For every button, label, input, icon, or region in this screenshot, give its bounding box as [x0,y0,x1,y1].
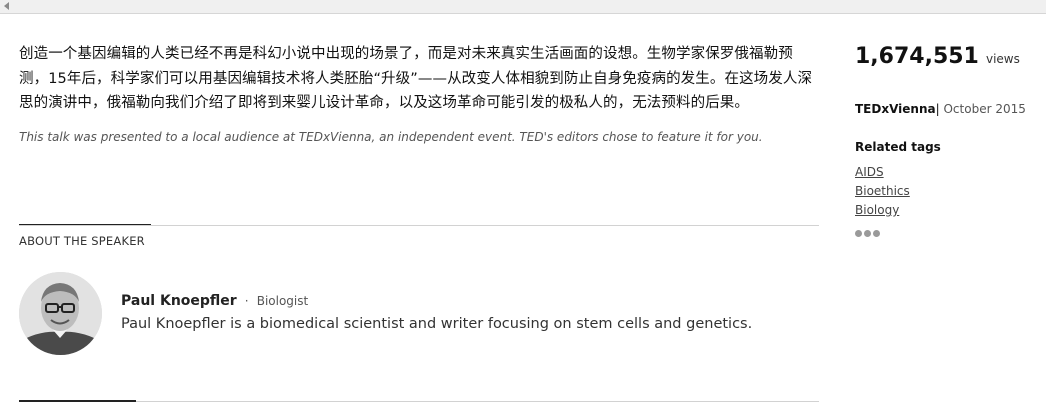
dot [864,230,871,237]
tag-item: AIDS [855,164,910,180]
dot [873,230,880,237]
dot [855,230,862,237]
more-dots-icon[interactable] [855,230,880,237]
tag-link-biology[interactable]: Biology [855,203,899,217]
related-tags-list: AIDS Bioethics Biology [855,164,910,221]
about-speaker-section: ABOUT THE SPEAKER Paul Knoepfler · Biolo… [19,224,819,355]
speaker-name[interactable]: Paul Knoepfler [121,293,237,309]
speaker-role: Biologist [256,294,309,308]
tag-item: Biology [855,202,910,218]
bottom-divider [19,401,819,402]
speaker-bio: Paul Knoepfler is a biomedical scientist… [121,316,753,332]
section-accent-line [19,224,151,225]
views-label: views [985,52,1020,66]
browser-scrollbar[interactable] [0,0,1046,14]
tag-link-bioethics[interactable]: Bioethics [855,184,910,198]
related-tags-title: Related tags [855,140,941,154]
section-label: ABOUT THE SPEAKER [19,234,145,248]
event-separator: | [935,102,940,116]
event-name[interactable]: TEDxVienna [855,102,936,116]
speaker-card[interactable]: Paul Knoepfler · Biologist Paul Knoepfle… [19,272,819,356]
talk-sidebar: 1,674,551 views TEDxVienna| October 2015… [855,44,1035,237]
speaker-photo-icon [19,272,102,355]
talk-description: 创造一个基因编辑的人类已经不再是科幻小说中出现的场景了，而是对未来真实生活画面的… [19,46,813,111]
tag-item: Bioethics [855,183,910,199]
speaker-separator: · [244,294,249,308]
speaker-heading: Paul Knoepfler · Biologist [121,290,308,309]
tag-link-aids[interactable]: AIDS [855,165,884,179]
speaker-avatar[interactable] [19,272,102,355]
view-count-row: 1,674,551 views [855,44,1035,69]
views-count: 1,674,551 [855,44,979,69]
scroll-left-arrow-icon[interactable] [4,2,9,10]
event-note: This talk was presented to a local audie… [19,129,763,144]
event-date: October 2015 [943,102,1026,116]
event-info: TEDxVienna| October 2015 [855,102,1026,116]
bottom-accent-line [19,400,136,402]
talk-description-section: 创造一个基因编辑的人类已经不再是科幻小说中出现的场景了，而是对未来真实生活画面的… [19,42,819,144]
